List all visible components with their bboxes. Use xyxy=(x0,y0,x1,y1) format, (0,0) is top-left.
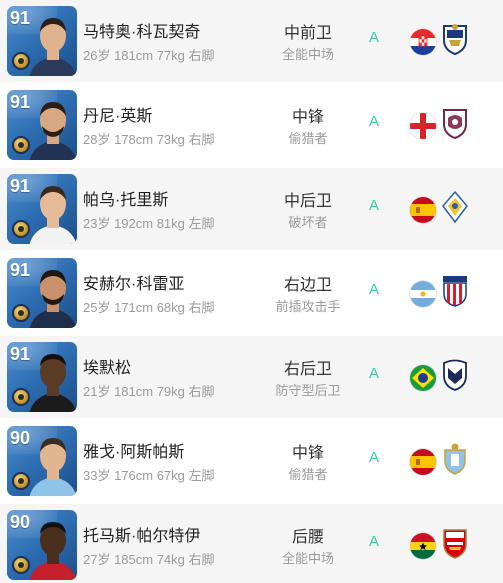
england-flag-icon xyxy=(410,113,436,139)
club-crest-icon xyxy=(443,276,467,307)
medal-badge-icon xyxy=(12,52,30,70)
club-crest-icon xyxy=(443,109,467,140)
medal-badge-icon xyxy=(12,388,30,406)
player-row[interactable]: 90 托马斯·帕尔特伊 27岁 185cm 74kg 右脚 后腰 全能中场 A xyxy=(0,504,503,583)
player-portrait-icon xyxy=(29,354,77,412)
player-portrait-icon xyxy=(29,186,77,244)
club-crest-icon xyxy=(442,190,468,224)
player-meta: 21岁 181cm 79kg 右脚 xyxy=(83,384,215,399)
player-position: 后腰 xyxy=(291,529,324,546)
player-position: 中后卫 xyxy=(283,193,332,210)
player-grade: A xyxy=(368,449,379,466)
medal-badge-icon xyxy=(12,304,30,322)
player-role: 破坏者 xyxy=(288,215,328,230)
player-grade: A xyxy=(368,113,379,130)
player-grade: A xyxy=(368,365,379,382)
player-position: 右后卫 xyxy=(283,361,332,378)
player-name[interactable]: 马特奥·科瓦契奇 xyxy=(83,18,200,42)
player-portrait-icon xyxy=(29,18,77,76)
club-crest-icon xyxy=(444,443,466,475)
player-card: 91 xyxy=(7,90,77,160)
player-role: 防守型后卫 xyxy=(275,383,341,398)
player-position: 中锋 xyxy=(291,445,324,462)
player-portrait-icon xyxy=(29,102,77,160)
player-row[interactable]: 91 丹尼·英斯 28岁 178cm 73kg 右脚 中锋 偷猎者 A xyxy=(0,84,503,168)
player-name[interactable]: 安赫尔·科雷亚 xyxy=(83,270,184,294)
player-list: 91 马特奥·科瓦契奇 26岁 181cm 77kg 右脚 中前卫 全能中场 A xyxy=(0,0,503,583)
player-portrait-icon xyxy=(29,522,77,580)
player-portrait-icon xyxy=(29,270,77,328)
club-crest-icon xyxy=(443,359,467,391)
player-row[interactable]: 91 马特奥·科瓦契奇 26岁 181cm 77kg 右脚 中前卫 全能中场 A xyxy=(0,0,503,84)
medal-badge-icon xyxy=(12,472,30,490)
player-meta: 33岁 176cm 67kg 左脚 xyxy=(83,468,215,483)
player-rating: 90 xyxy=(10,428,31,448)
player-row[interactable]: 91 帕乌·托里斯 23岁 192cm 81kg 左脚 中后卫 破坏者 A xyxy=(0,168,503,252)
player-rating: 90 xyxy=(10,512,31,532)
player-card: 91 xyxy=(7,258,77,328)
player-card: 90 xyxy=(7,426,77,496)
player-name[interactable]: 埃默松 xyxy=(83,354,131,378)
player-meta: 27岁 185cm 74kg 右脚 xyxy=(83,552,215,567)
player-meta: 26岁 181cm 77kg 右脚 xyxy=(83,48,215,63)
player-name[interactable]: 丹尼·英斯 xyxy=(83,102,152,126)
player-grade: A xyxy=(368,281,379,298)
player-rating: 91 xyxy=(10,176,31,196)
medal-badge-icon xyxy=(12,220,30,238)
spain-flag-icon xyxy=(410,197,436,223)
player-meta: 28岁 178cm 73kg 右脚 xyxy=(83,132,215,147)
player-name[interactable]: 帕乌·托里斯 xyxy=(83,186,168,210)
club-crest-icon xyxy=(443,529,467,559)
player-role: 全能中场 xyxy=(281,47,334,62)
player-position: 中锋 xyxy=(291,109,324,126)
player-card: 91 xyxy=(7,6,77,76)
brazil-flag-icon xyxy=(410,365,436,391)
player-rating: 91 xyxy=(10,92,31,112)
player-meta: 23岁 192cm 81kg 左脚 xyxy=(83,216,215,231)
player-card: 90 xyxy=(7,510,77,580)
player-meta: 25岁 171cm 68kg 右脚 xyxy=(83,300,215,315)
player-row[interactable]: 91 埃默松 21岁 181cm 79kg 右脚 右后卫 防守型后卫 A xyxy=(0,336,503,420)
player-role: 偷猎者 xyxy=(288,131,328,146)
player-role: 前插攻击手 xyxy=(275,299,341,314)
argentina-flag-icon xyxy=(410,281,436,307)
player-portrait-icon xyxy=(29,438,77,496)
player-position: 右边卫 xyxy=(283,277,332,294)
medal-badge-icon xyxy=(12,556,30,574)
croatia-flag-icon xyxy=(410,29,436,55)
club-crest-icon xyxy=(443,24,467,56)
player-role: 全能中场 xyxy=(281,551,334,566)
player-card: 91 xyxy=(7,342,77,412)
ghana-flag-icon xyxy=(410,533,436,559)
player-row[interactable]: 91 安赫尔·科雷亚 25岁 171cm 68kg 右脚 右边卫 前插攻击手 A xyxy=(0,252,503,336)
player-name[interactable]: 雅戈·阿斯帕斯 xyxy=(83,438,184,462)
player-grade: A xyxy=(368,533,379,550)
player-rating: 91 xyxy=(10,8,31,28)
player-card: 91 xyxy=(7,174,77,244)
player-rating: 91 xyxy=(10,344,31,364)
player-position: 中前卫 xyxy=(283,25,332,42)
spain-flag-icon xyxy=(410,449,436,475)
player-grade: A xyxy=(368,29,379,46)
medal-badge-icon xyxy=(12,136,30,154)
player-name[interactable]: 托马斯·帕尔特伊 xyxy=(83,522,200,546)
player-role: 偷猎者 xyxy=(288,467,328,482)
player-rating: 91 xyxy=(10,260,31,280)
player-row[interactable]: 90 雅戈·阿斯帕斯 33岁 176cm 67kg 左脚 中锋 偷猎者 A xyxy=(0,420,503,504)
player-grade: A xyxy=(368,197,379,214)
